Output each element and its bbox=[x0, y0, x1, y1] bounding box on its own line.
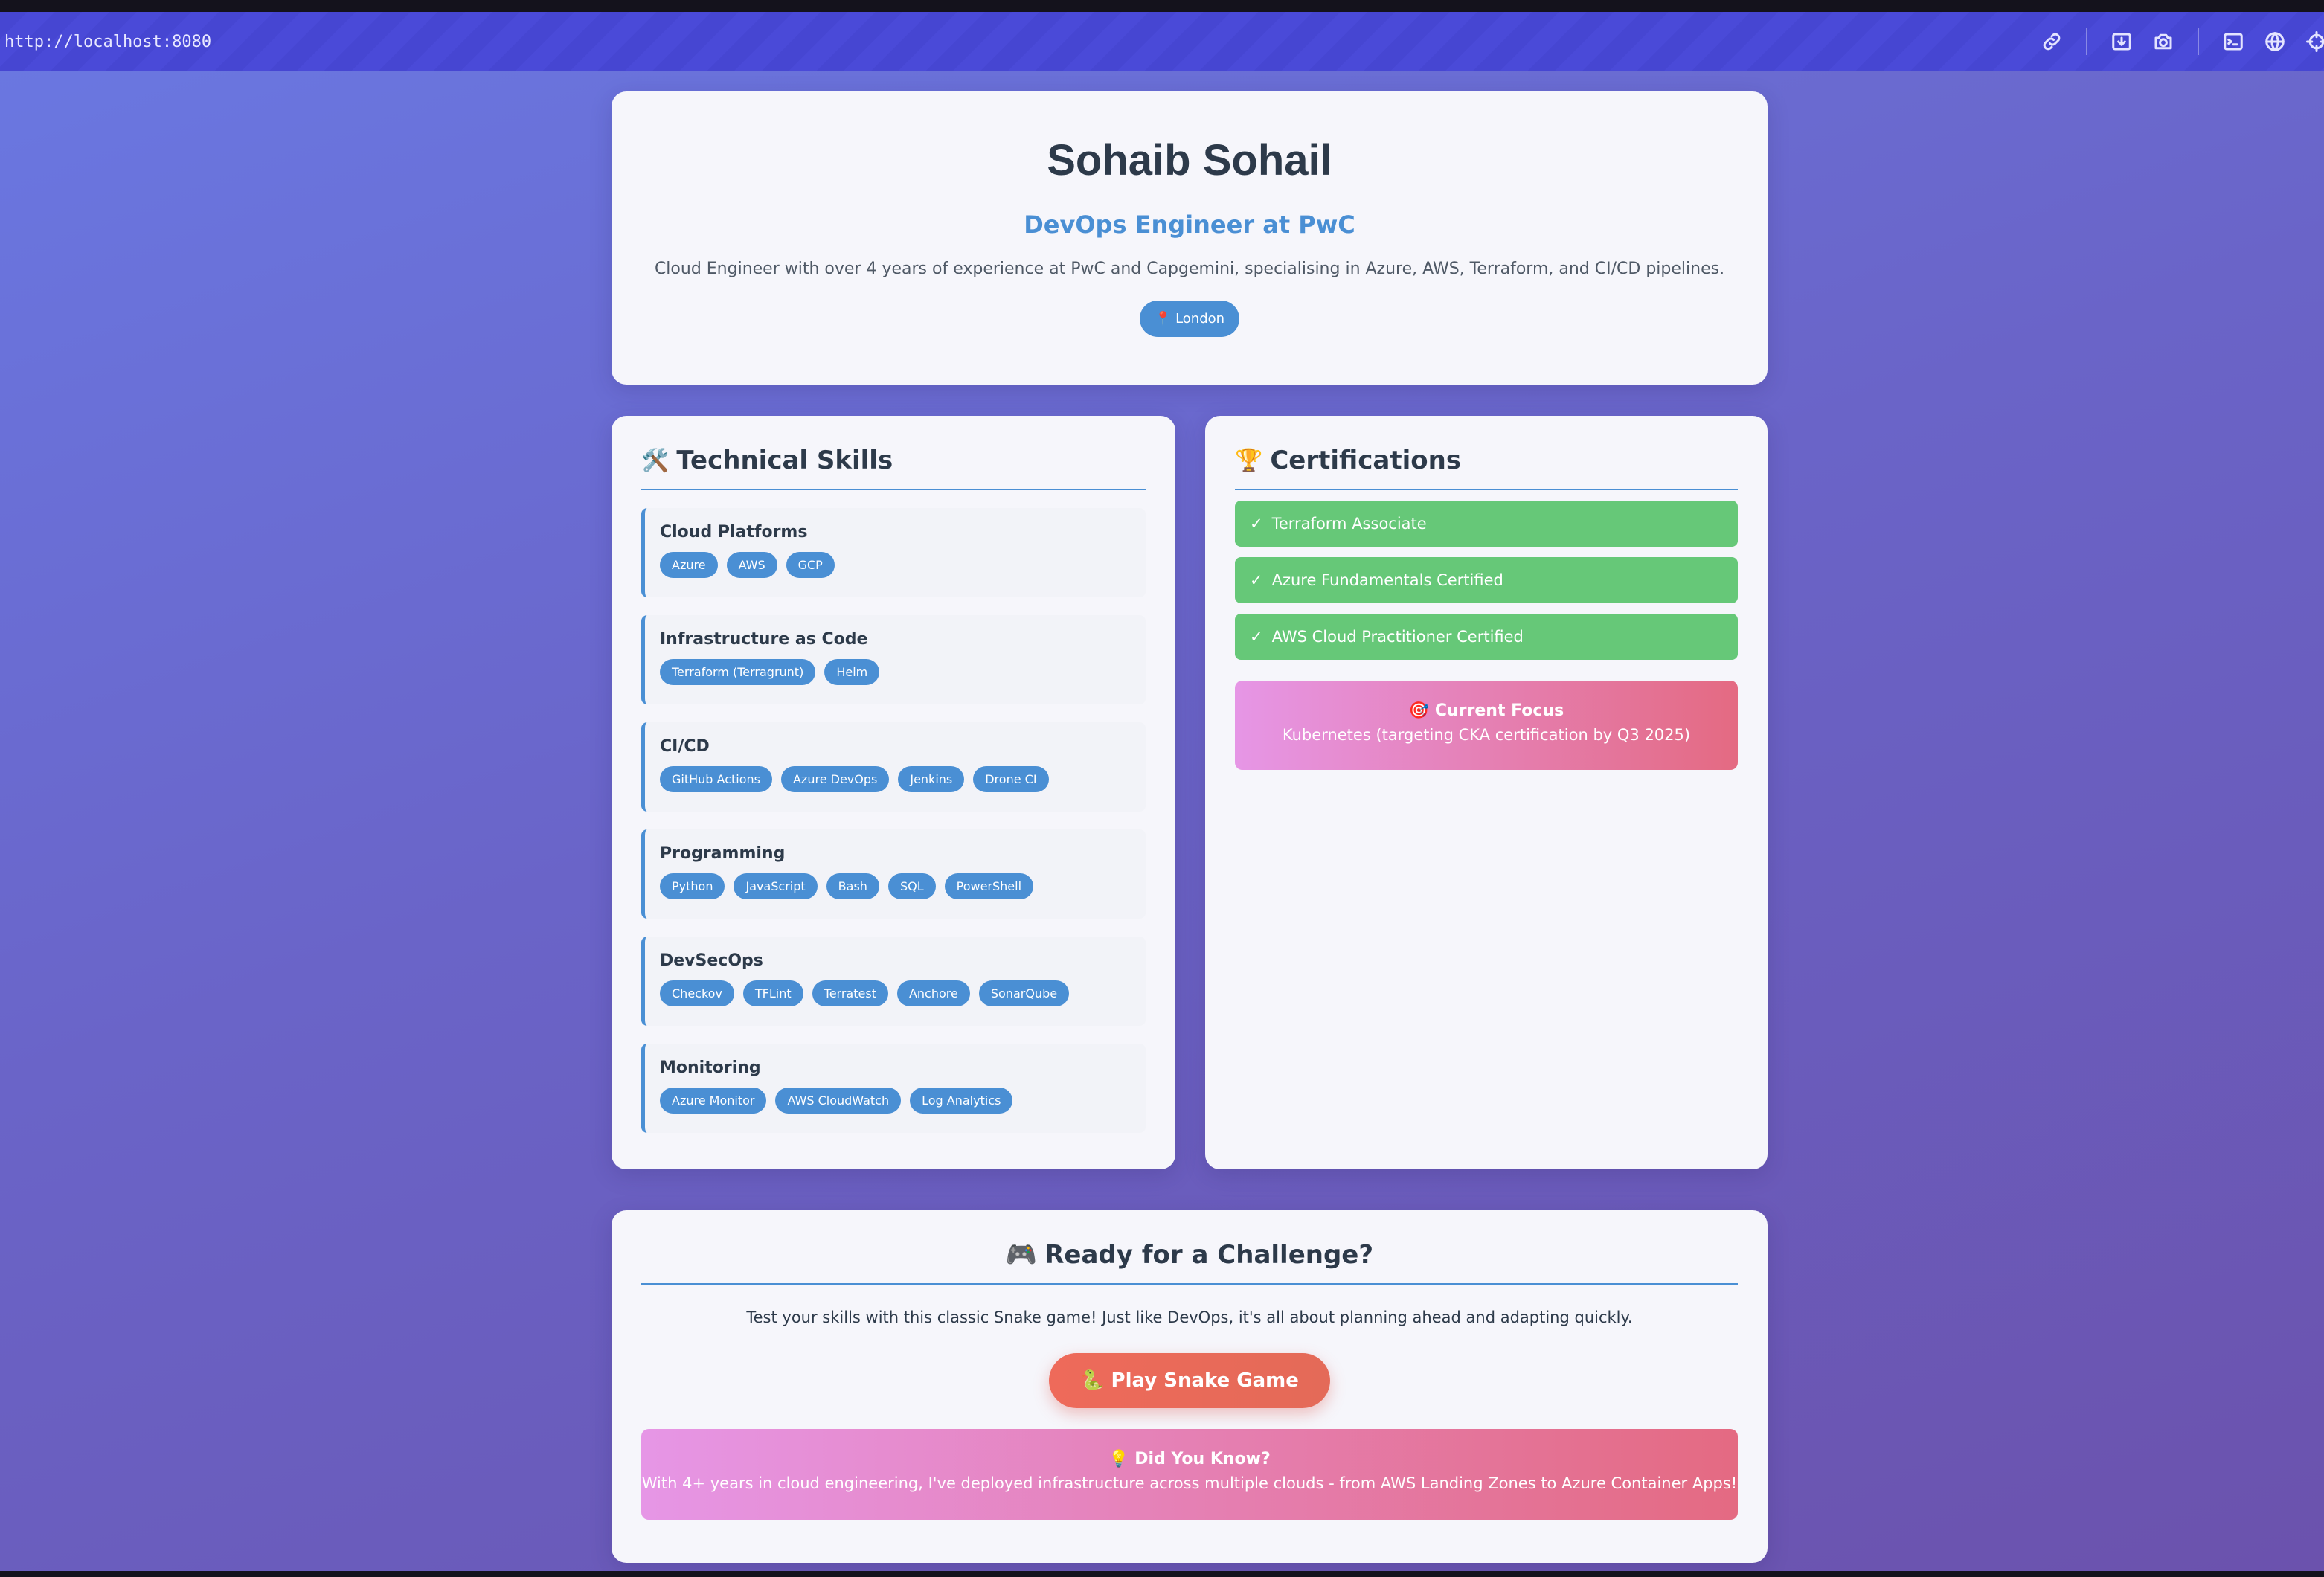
skill-group-name: Cloud Platforms bbox=[660, 523, 808, 542]
download-icon[interactable] bbox=[2108, 28, 2135, 55]
skill-group-cloud-platforms: Cloud Platforms Azure AWS GCP bbox=[641, 508, 1146, 597]
skill-group-name: CI/CD bbox=[660, 737, 710, 756]
skill-tag: Bash bbox=[826, 873, 879, 899]
technical-skills-card: 🛠️ Technical Skills Cloud Platforms Azur… bbox=[612, 416, 1175, 1169]
skill-tag: PowerShell bbox=[944, 873, 1034, 899]
skill-tag: Checkov bbox=[660, 980, 734, 1006]
skill-tag: Anchore bbox=[896, 980, 970, 1006]
skill-tag: Jenkins bbox=[898, 766, 965, 792]
skill-group-name: Monitoring bbox=[660, 1059, 761, 1077]
certification-item: ✓ AWS Cloud Practitioner Certified bbox=[1235, 614, 1738, 660]
check-icon: ✓ bbox=[1250, 515, 1263, 533]
url-text[interactable]: http://localhost:8080 bbox=[4, 33, 211, 51]
certification-item: ✓ Azure Fundamentals Certified bbox=[1235, 557, 1738, 603]
skill-tag: SQL bbox=[887, 873, 936, 899]
skill-tag: Helm bbox=[824, 659, 880, 685]
skill-tags: Checkov TFLint Terratest Anchore SonarQu… bbox=[660, 980, 1131, 1006]
toolbar-divider bbox=[2086, 28, 2087, 55]
skill-tag: Azure DevOps bbox=[780, 766, 890, 792]
location-badge: 📍 London bbox=[1139, 301, 1240, 337]
did-you-know-box: 💡 Did You Know? With 4+ years in cloud e… bbox=[641, 1429, 1738, 1520]
certification-name: Terraform Associate bbox=[1271, 515, 1427, 533]
challenge-title: 🎮 Ready for a Challenge? bbox=[641, 1240, 1738, 1285]
skill-tags: Terraform (Terragrunt) Helm bbox=[660, 659, 1131, 685]
toolbar-icons bbox=[2031, 12, 2324, 71]
check-icon: ✓ bbox=[1250, 571, 1263, 589]
skill-tags: GitHub Actions Azure DevOps Jenkins Dron… bbox=[660, 766, 1131, 792]
certifications-title-text: Certifications bbox=[1270, 446, 1462, 475]
challenge-card: 🎮 Ready for a Challenge? Test your skill… bbox=[612, 1210, 1768, 1563]
skill-group-name: DevSecOps bbox=[660, 951, 763, 970]
check-icon: ✓ bbox=[1250, 628, 1263, 646]
skill-tag: AWS CloudWatch bbox=[775, 1088, 902, 1114]
skill-group-monitoring: Monitoring Azure Monitor AWS CloudWatch … bbox=[641, 1044, 1146, 1133]
skill-tag: Log Analytics bbox=[910, 1088, 1013, 1114]
skills-title-text: Technical Skills bbox=[676, 446, 893, 475]
current-focus-text: Kubernetes (targeting CKA certification … bbox=[1282, 726, 1691, 744]
gamepad-icon: 🎮 bbox=[1005, 1240, 1038, 1270]
skill-group-infrastructure-as-code: Infrastructure as Code Terraform (Terrag… bbox=[641, 615, 1146, 704]
skill-tags: Azure Monitor AWS CloudWatch Log Analyti… bbox=[660, 1088, 1131, 1114]
skill-tag: Drone CI bbox=[973, 766, 1049, 792]
skills-section-title: 🛠️ Technical Skills bbox=[641, 446, 1146, 490]
skill-tag: TFLint bbox=[742, 980, 803, 1006]
browser-toolbar: http://localhost:8080 bbox=[0, 12, 2324, 71]
link-icon[interactable] bbox=[2038, 28, 2065, 55]
skill-tag: Python bbox=[660, 873, 725, 899]
bottom-edge bbox=[0, 1571, 2324, 1577]
skill-group-name: Programming bbox=[660, 844, 786, 863]
toolbar-divider bbox=[2198, 28, 2199, 55]
certifications-section-title: 🏆 Certifications bbox=[1235, 446, 1738, 490]
certification-name: Azure Fundamentals Certified bbox=[1271, 571, 1503, 589]
profile-header-card: Sohaib Sohail DevOps Engineer at PwC Clo… bbox=[612, 91, 1768, 385]
skill-tag: Terraform (Terragrunt) bbox=[660, 659, 816, 685]
skill-tag: JavaScript bbox=[734, 873, 818, 899]
certifications-card: 🏆 Certifications ✓ Terraform Associate ✓… bbox=[1205, 416, 1768, 1169]
current-focus-box: 🎯 Current Focus Kubernetes (targeting CK… bbox=[1235, 681, 1738, 770]
skill-tag: GitHub Actions bbox=[660, 766, 772, 792]
challenge-description: Test your skills with this classic Snake… bbox=[746, 1308, 1633, 1326]
skill-tags: Python JavaScript Bash SQL PowerShell bbox=[660, 873, 1131, 899]
skill-tag: Azure Monitor bbox=[660, 1088, 767, 1114]
did-you-know-text: With 4+ years in cloud engineering, I've… bbox=[641, 1474, 1738, 1492]
skill-tag: GCP bbox=[786, 552, 835, 578]
skill-group-devsecops: DevSecOps Checkov TFLint Terratest Ancho… bbox=[641, 937, 1146, 1026]
skill-tag: AWS bbox=[726, 552, 777, 578]
profile-summary: Cloud Engineer with over 4 years of expe… bbox=[654, 260, 1725, 278]
skill-tag: SonarQube bbox=[978, 980, 1070, 1006]
camera-icon[interactable] bbox=[2150, 28, 2177, 55]
certification-item: ✓ Terraform Associate bbox=[1235, 501, 1738, 547]
current-focus-title: 🎯 Current Focus bbox=[1408, 701, 1564, 720]
skill-group-programming: Programming Python JavaScript Bash SQL P… bbox=[641, 829, 1146, 919]
play-snake-game-button[interactable]: 🐍 Play Snake Game bbox=[1049, 1353, 1330, 1408]
skill-group-ci-cd: CI/CD GitHub Actions Azure DevOps Jenkin… bbox=[641, 722, 1146, 812]
skill-tag: Terratest bbox=[812, 980, 888, 1006]
profile-role: DevOps Engineer at PwC bbox=[1024, 211, 1355, 239]
skill-group-name: Infrastructure as Code bbox=[660, 630, 868, 649]
skill-tag: Azure bbox=[660, 552, 718, 578]
globe-icon[interactable] bbox=[2262, 28, 2288, 55]
trophy-icon: 🏆 bbox=[1235, 447, 1263, 474]
did-you-know-title: 💡 Did You Know? bbox=[1108, 1450, 1271, 1468]
page-viewport: http://localhost:8080 Sohaib Sohail DevO… bbox=[0, 12, 2324, 1571]
terminal-icon[interactable] bbox=[2220, 28, 2247, 55]
profile-name: Sohaib Sohail bbox=[1047, 136, 1332, 184]
certification-name: AWS Cloud Practitioner Certified bbox=[1271, 628, 1524, 646]
crosshair-icon[interactable] bbox=[2303, 28, 2324, 55]
skill-tags: Azure AWS GCP bbox=[660, 552, 1131, 578]
challenge-title-text: Ready for a Challenge? bbox=[1044, 1240, 1374, 1270]
tools-icon: 🛠️ bbox=[641, 447, 670, 474]
